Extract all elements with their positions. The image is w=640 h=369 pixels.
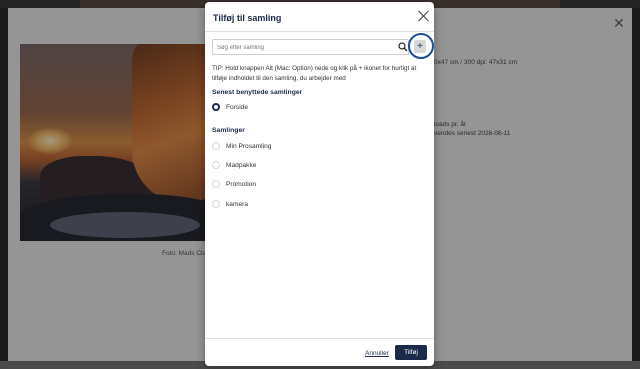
collection-label: Promotion: [226, 180, 257, 188]
collection-item[interactable]: kamera: [212, 199, 248, 209]
radio-unchecked[interactable]: [212, 142, 220, 150]
recent-collection-item[interactable]: Forside: [212, 102, 248, 112]
collection-label: Min Prosamling: [226, 142, 272, 150]
collections-heading: Samlinger: [212, 127, 245, 134]
radio-unchecked[interactable]: [212, 180, 220, 188]
collection-search-input[interactable]: [217, 42, 395, 53]
collection-item[interactable]: Madpakke: [212, 160, 256, 170]
collection-item[interactable]: Promotion: [212, 179, 256, 189]
radio-checked[interactable]: [212, 103, 220, 111]
search-icon[interactable]: [398, 42, 408, 52]
radio-unchecked[interactable]: [212, 200, 220, 208]
radio-unchecked[interactable]: [212, 161, 220, 169]
recent-collection-label: Forside: [226, 103, 248, 111]
header-divider: [205, 31, 434, 32]
recent-collections-heading: Senest benyttede samlinger: [212, 89, 303, 96]
close-icon[interactable]: [418, 10, 430, 22]
add-button[interactable]: Tilføj: [395, 345, 427, 360]
collection-search-box: [212, 39, 409, 55]
collection-label: Madpakke: [226, 161, 257, 169]
cancel-link[interactable]: Annuller: [365, 350, 389, 357]
tip-text: TIP: Hold knappen Alt (Mac: Option) nede…: [212, 65, 417, 82]
collection-label: kamera: [226, 200, 248, 208]
collection-item[interactable]: Min Prosamling: [212, 141, 271, 151]
add-to-collection-dialog: Tilføj til samling + TIP: Hold knappen A…: [205, 2, 434, 366]
footer-divider: [205, 338, 434, 339]
dialog-title: Tilføj til samling: [213, 13, 282, 23]
highlight-ring: [408, 33, 434, 59]
